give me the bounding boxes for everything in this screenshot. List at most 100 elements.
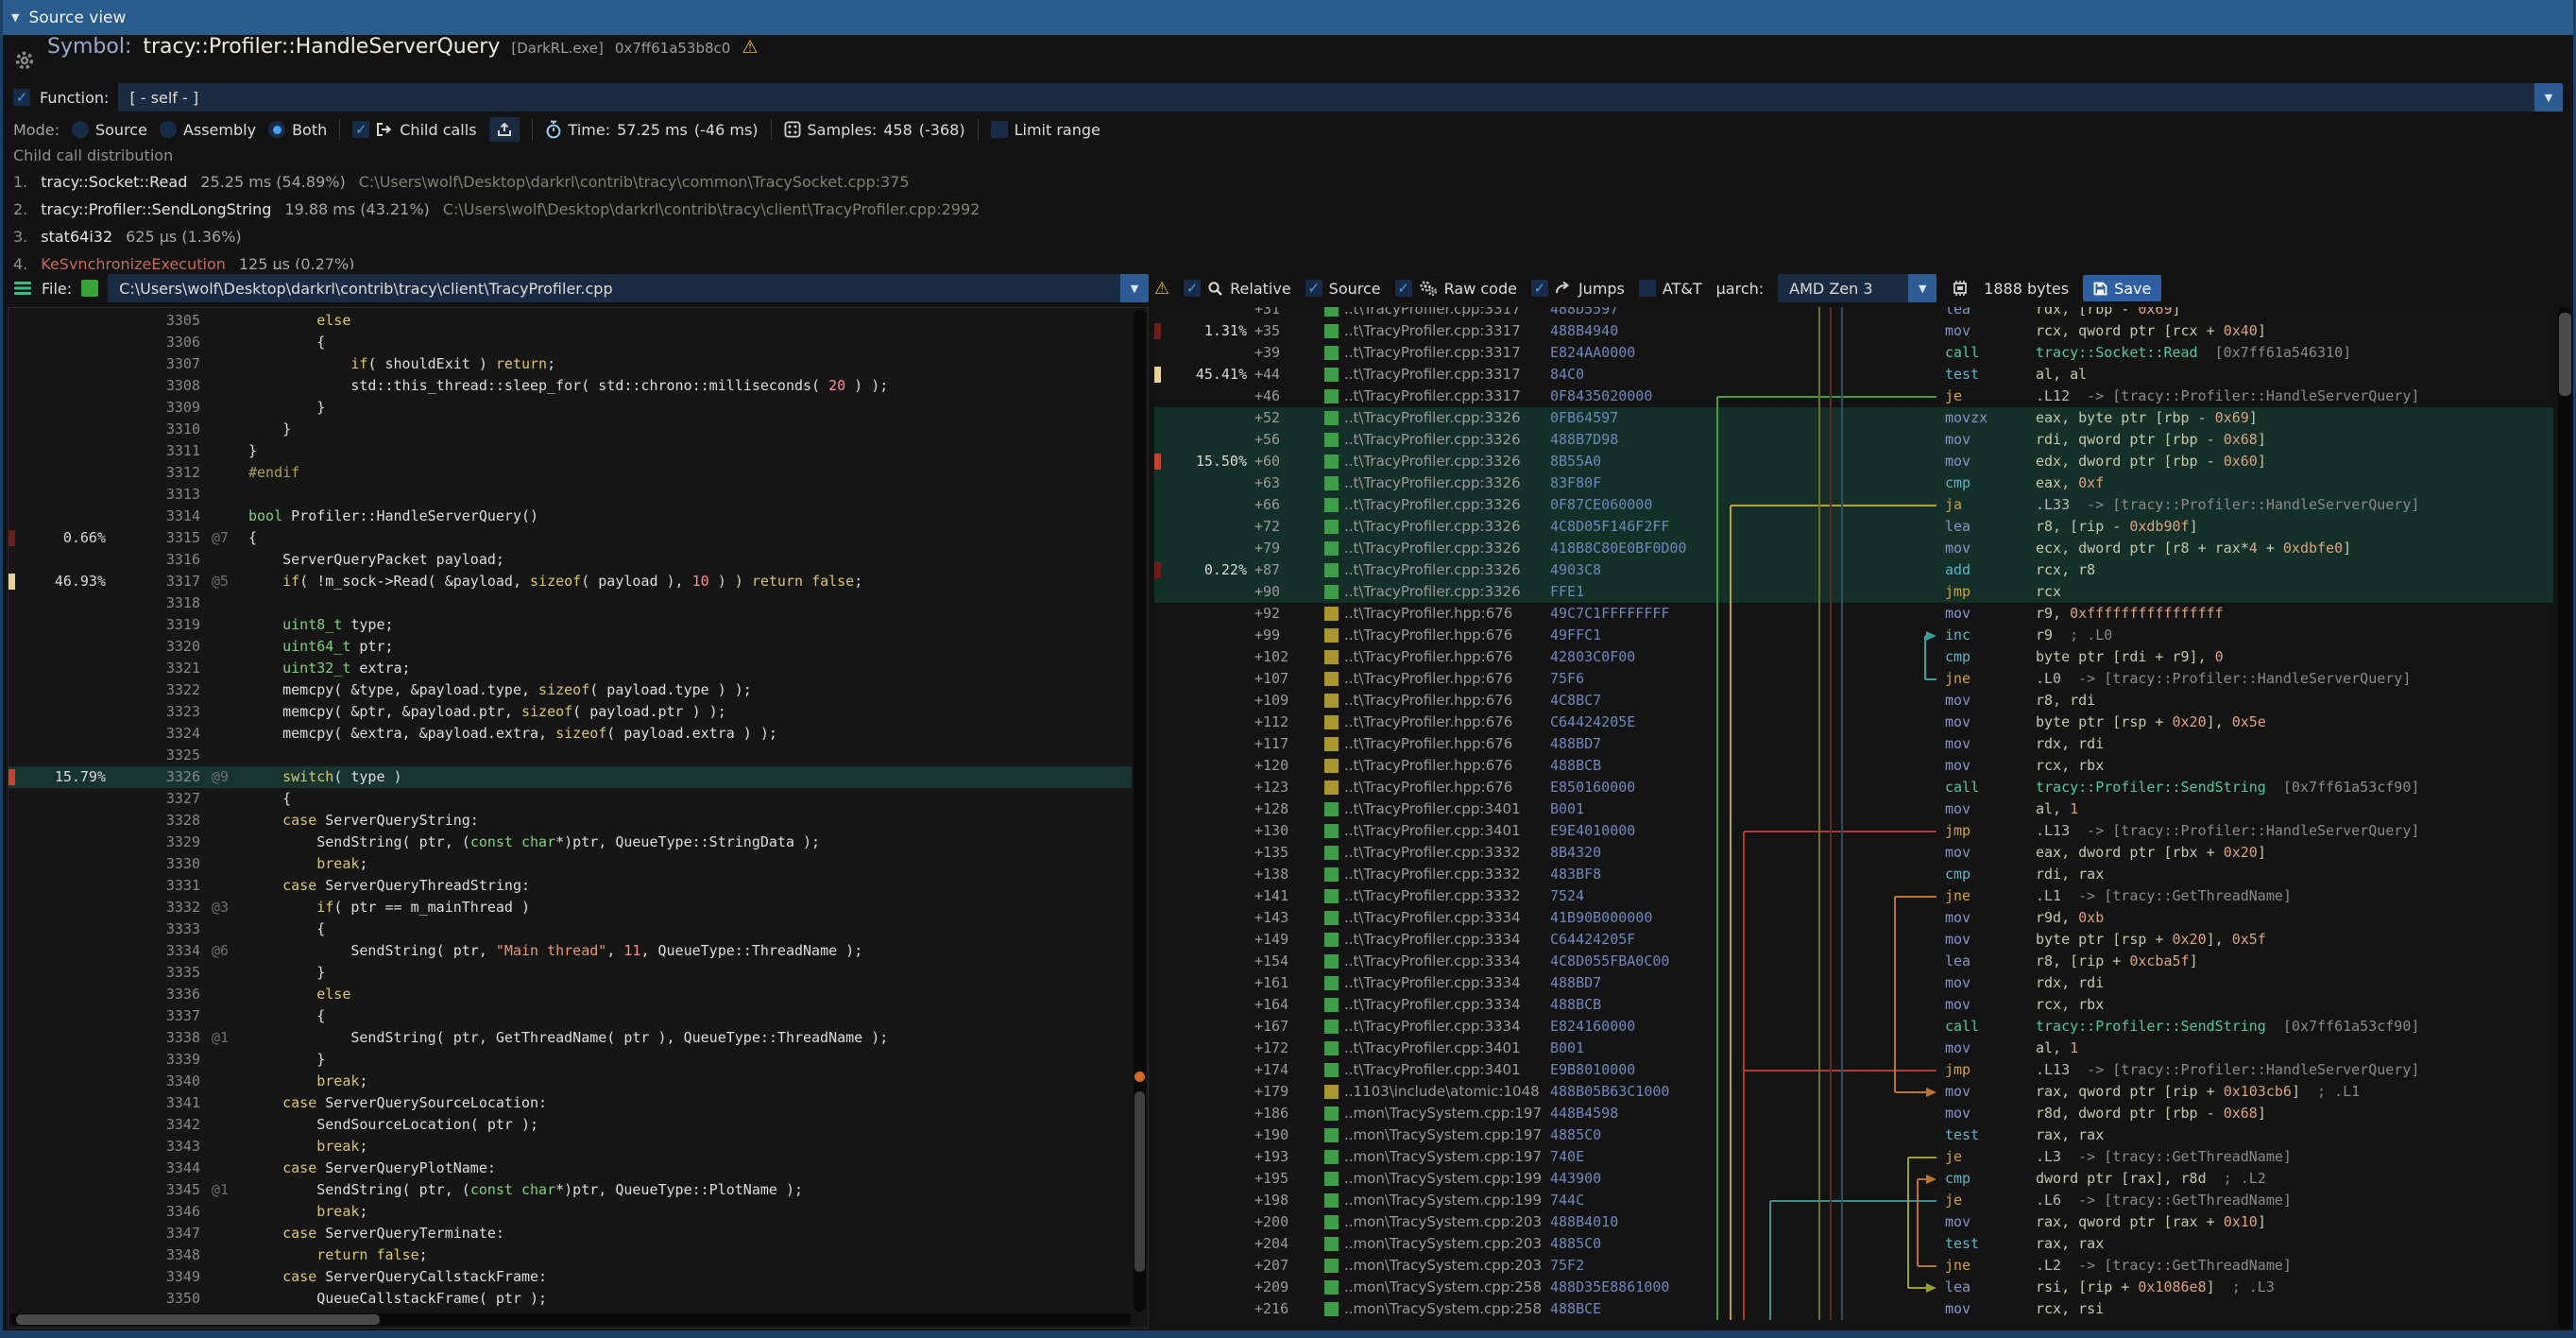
asm-row-+172[interactable]: +172..t\TracyProfiler.cpp:3401B001moval,… xyxy=(1154,1038,2553,1059)
asm-row-+154[interactable]: +154..t\TracyProfiler.cpp:33344C8D055FBA… xyxy=(1154,951,2553,972)
asm-row-+52[interactable]: +52..t\TracyProfiler.cpp:33260FB64597mov… xyxy=(1154,407,2553,429)
asm-row-+193[interactable]: +193..mon\TracySystem.cpp:197740Eje.L3 -… xyxy=(1154,1146,2553,1168)
asm-row-+161[interactable]: +161..t\TracyProfiler.cpp:3334488BD7movr… xyxy=(1154,972,2553,994)
asm-row-+174[interactable]: +174..t\TracyProfiler.cpp:3401E9B8010000… xyxy=(1154,1059,2553,1081)
asm-row-+112[interactable]: +112..t\TracyProfiler.hpp:676C64424205Em… xyxy=(1154,712,2553,733)
asm-row-+123[interactable]: +123..t\TracyProfiler.hpp:676E850160000c… xyxy=(1154,777,2553,798)
source-line-3328[interactable]: 3328 case ServerQueryString: xyxy=(9,810,1132,832)
source-line-3318[interactable]: 3318 xyxy=(9,592,1132,614)
source-line-3346[interactable]: 3346 break; xyxy=(9,1201,1132,1223)
source-line-3336[interactable]: 3336 else xyxy=(9,984,1132,1005)
raw-code-checkbox[interactable]: Raw code xyxy=(1395,280,1517,298)
save-button[interactable]: Save xyxy=(2083,275,2161,301)
asm-row-+102[interactable]: +102..t\TracyProfiler.hpp:67642803C0F00c… xyxy=(1154,646,2553,668)
asm-row-+190[interactable]: +190..mon\TracySystem.cpp:1974885C0testr… xyxy=(1154,1124,2553,1146)
source-line-3309[interactable]: 3309 } xyxy=(9,397,1132,419)
source-line-3305[interactable]: 3305 else xyxy=(9,310,1132,332)
asm-row-+130[interactable]: +130..t\TracyProfiler.cpp:3401E9E4010000… xyxy=(1154,820,2553,842)
asm-row-+39[interactable]: +39..t\TracyProfiler.cpp:3317E824AA0000c… xyxy=(1154,342,2553,364)
source-line-3333[interactable]: 3333 { xyxy=(9,918,1132,940)
file-select[interactable]: C:\Users\wolf\Desktop\darkrl\contrib\tra… xyxy=(108,274,1149,302)
asm-row-+79[interactable]: +79..t\TracyProfiler.cpp:3326418B8C80E0B… xyxy=(1154,538,2553,559)
source-line-3310[interactable]: 3310 } xyxy=(9,419,1132,440)
source-line-3306[interactable]: 3306 { xyxy=(9,332,1132,353)
chevron-down-icon[interactable]: ▼ xyxy=(2534,83,2563,112)
asm-row-+92[interactable]: +92..t\TracyProfiler.hpp:67649C7C1FFFFFF… xyxy=(1154,603,2553,625)
asm-row-+35[interactable]: 1.31%+35..t\TracyProfiler.cpp:3317488B49… xyxy=(1154,320,2553,342)
asm-row-+143[interactable]: +143..t\TracyProfiler.cpp:333441B90B0000… xyxy=(1154,907,2553,929)
asm-row-+204[interactable]: +204..mon\TracySystem.cpp:2034885C0testr… xyxy=(1154,1233,2553,1255)
source-line-3322[interactable]: 3322 memcpy( &type, &payload.type, sizeo… xyxy=(9,679,1132,701)
source-line-3340[interactable]: 3340 break; xyxy=(9,1071,1132,1092)
source-line-3312[interactable]: 3312#endif xyxy=(9,462,1132,484)
asm-row-+216[interactable]: +216..mon\TracySystem.cpp:258488BCEmovrc… xyxy=(1154,1298,2553,1320)
asm-row-+44[interactable]: 45.41%+44..t\TracyProfiler.cpp:331784C0t… xyxy=(1154,364,2553,386)
collapse-icon[interactable]: ▼ xyxy=(11,11,19,24)
chevron-down-icon[interactable]: ▼ xyxy=(1908,274,1936,302)
asm-row-+128[interactable]: +128..t\TracyProfiler.cpp:3401B001moval,… xyxy=(1154,798,2553,820)
source-line-3349[interactable]: 3349 case ServerQueryCallstackFrame: xyxy=(9,1266,1132,1288)
asm-row-+107[interactable]: +107..t\TracyProfiler.hpp:67675F6jne.L0 … xyxy=(1154,668,2553,690)
asm-row-+31[interactable]: +31..t\TracyProfiler.cpp:3317488D5597lea… xyxy=(1154,307,2553,320)
source-line-3315[interactable]: 0.66%3315@7{ xyxy=(9,527,1132,549)
source-line-3331[interactable]: 3331 case ServerQueryThreadString: xyxy=(9,875,1132,897)
asm-row-+135[interactable]: +135..t\TracyProfiler.cpp:33328B4320move… xyxy=(1154,842,2553,864)
asm-row-+66[interactable]: +66..t\TracyProfiler.cpp:33260F87CE06000… xyxy=(1154,494,2553,516)
source-line-3341[interactable]: 3341 case ServerQuerySourceLocation: xyxy=(9,1092,1132,1114)
asm-row-+209[interactable]: +209..mon\TracySystem.cpp:258488D35E8861… xyxy=(1154,1277,2553,1298)
source-line-3325[interactable]: 3325 xyxy=(9,745,1132,766)
asm-row-+117[interactable]: +117..t\TracyProfiler.hpp:676488BD7movrd… xyxy=(1154,733,2553,755)
propagate-inlines-button[interactable] xyxy=(489,117,520,142)
window-titlebar[interactable]: ▼ Source view xyxy=(0,0,2576,35)
source-line-3313[interactable]: 3313 xyxy=(9,484,1132,506)
source-line-3337[interactable]: 3337 { xyxy=(9,1005,1132,1027)
source-line-3308[interactable]: 3308 std::this_thread::sleep_for( std::c… xyxy=(9,375,1132,397)
source-line-3330[interactable]: 3330 break; xyxy=(9,853,1132,875)
uarch-select[interactable]: AMD Zen 3 ▼ xyxy=(1778,274,1936,302)
asm-row-+87[interactable]: 0.22%+87..t\TracyProfiler.cpp:33264903C8… xyxy=(1154,559,2553,581)
asm-row-+72[interactable]: +72..t\TracyProfiler.cpp:33264C8D05F146F… xyxy=(1154,516,2553,538)
function-select[interactable]: [ - self - ] ▼ xyxy=(118,83,2563,112)
source-line-3307[interactable]: 3307 if( shouldExit ) return; xyxy=(9,353,1132,375)
source-line-3344[interactable]: 3344 case ServerQueryPlotName: xyxy=(9,1158,1132,1179)
relative-checkbox[interactable]: Relative xyxy=(1184,280,1291,298)
child-call-row[interactable]: 2.tracy::Profiler::SendLongString19.88 m… xyxy=(13,196,2576,223)
asm-row-+164[interactable]: +164..t\TracyProfiler.cpp:3334488BCBmovr… xyxy=(1154,994,2553,1016)
asm-row-+90[interactable]: +90..t\TracyProfiler.cpp:3326FFE1jmprcx xyxy=(1154,581,2553,603)
mode-option-source[interactable]: Source xyxy=(72,121,147,139)
source-line-3324[interactable]: 3324 memcpy( &extra, &payload.extra, siz… xyxy=(9,723,1132,745)
asm-row-+179[interactable]: +179..1103\include\atomic:1048488B05B63C… xyxy=(1154,1081,2553,1103)
function-checkbox[interactable] xyxy=(13,89,30,106)
mode-option-assembly[interactable]: Assembly xyxy=(160,121,256,139)
asm-row-+186[interactable]: +186..mon\TracySystem.cpp:197448B4598mov… xyxy=(1154,1103,2553,1124)
asm-row-+149[interactable]: +149..t\TracyProfiler.cpp:3334C64424205F… xyxy=(1154,929,2553,951)
asm-row-+195[interactable]: +195..mon\TracySystem.cpp:199443900cmpdw… xyxy=(1154,1168,2553,1190)
asm-row-+200[interactable]: +200..mon\TracySystem.cpp:203488B4010mov… xyxy=(1154,1211,2553,1233)
child-call-row[interactable]: 1.tracy::Socket::Read25.25 ms (54.89%)C:… xyxy=(13,168,2576,196)
child-call-row[interactable]: 3.stat64i32625 μs (1.36%) xyxy=(13,223,2576,250)
source-line-3317[interactable]: 46.93%3317@5 if( !m_sock->Read( &payload… xyxy=(9,571,1132,592)
source-line-3339[interactable]: 3339 } xyxy=(9,1049,1132,1071)
source-line-3338[interactable]: 3338@1 SendString( ptr, GetThreadName( p… xyxy=(9,1027,1132,1049)
source-vertical-scrollbar[interactable] xyxy=(1134,310,1146,1312)
asm-row-+198[interactable]: +198..mon\TracySystem.cpp:199744Cje.L6 -… xyxy=(1154,1190,2553,1211)
asm-row-+167[interactable]: +167..t\TracyProfiler.cpp:3334E824160000… xyxy=(1154,1016,2553,1038)
source-horizontal-scrollbar[interactable] xyxy=(10,1313,1132,1326)
assembly-vertical-scrollbar[interactable] xyxy=(2558,307,2572,1329)
asm-row-+63[interactable]: +63..t\TracyProfiler.cpp:332683F80Fcmpea… xyxy=(1154,472,2553,494)
source-line-3321[interactable]: 3321 uint32_t extra; xyxy=(9,658,1132,679)
asm-row-+46[interactable]: +46..t\TracyProfiler.cpp:33170F843502000… xyxy=(1154,386,2553,407)
source-line-3334[interactable]: 3334@6 SendString( ptr, "Main thread", 1… xyxy=(9,940,1132,962)
source-line-3335[interactable]: 3335 } xyxy=(9,962,1132,984)
source-line-3311[interactable]: 3311} xyxy=(9,440,1132,462)
att-syntax-checkbox[interactable]: AT&T xyxy=(1639,280,1702,298)
scrollbar-thumb[interactable] xyxy=(1134,1091,1145,1272)
mode-option-both[interactable]: Both xyxy=(268,121,327,139)
source-line-3347[interactable]: 3347 case ServerQueryTerminate: xyxy=(9,1223,1132,1244)
asm-row-+138[interactable]: +138..t\TracyProfiler.cpp:3332483BF8cmpr… xyxy=(1154,864,2553,885)
asm-row-+141[interactable]: +141..t\TracyProfiler.cpp:33327524jne.L1… xyxy=(1154,885,2553,907)
asm-row-+207[interactable]: +207..mon\TracySystem.cpp:20375F2jne.L2 … xyxy=(1154,1255,2553,1277)
asm-row-+60[interactable]: 15.50%+60..t\TracyProfiler.cpp:33268B55A… xyxy=(1154,451,2553,472)
source-line-3327[interactable]: 3327 { xyxy=(9,788,1132,810)
asm-row-+109[interactable]: +109..t\TracyProfiler.hpp:6764C8BC7movr8… xyxy=(1154,690,2553,712)
